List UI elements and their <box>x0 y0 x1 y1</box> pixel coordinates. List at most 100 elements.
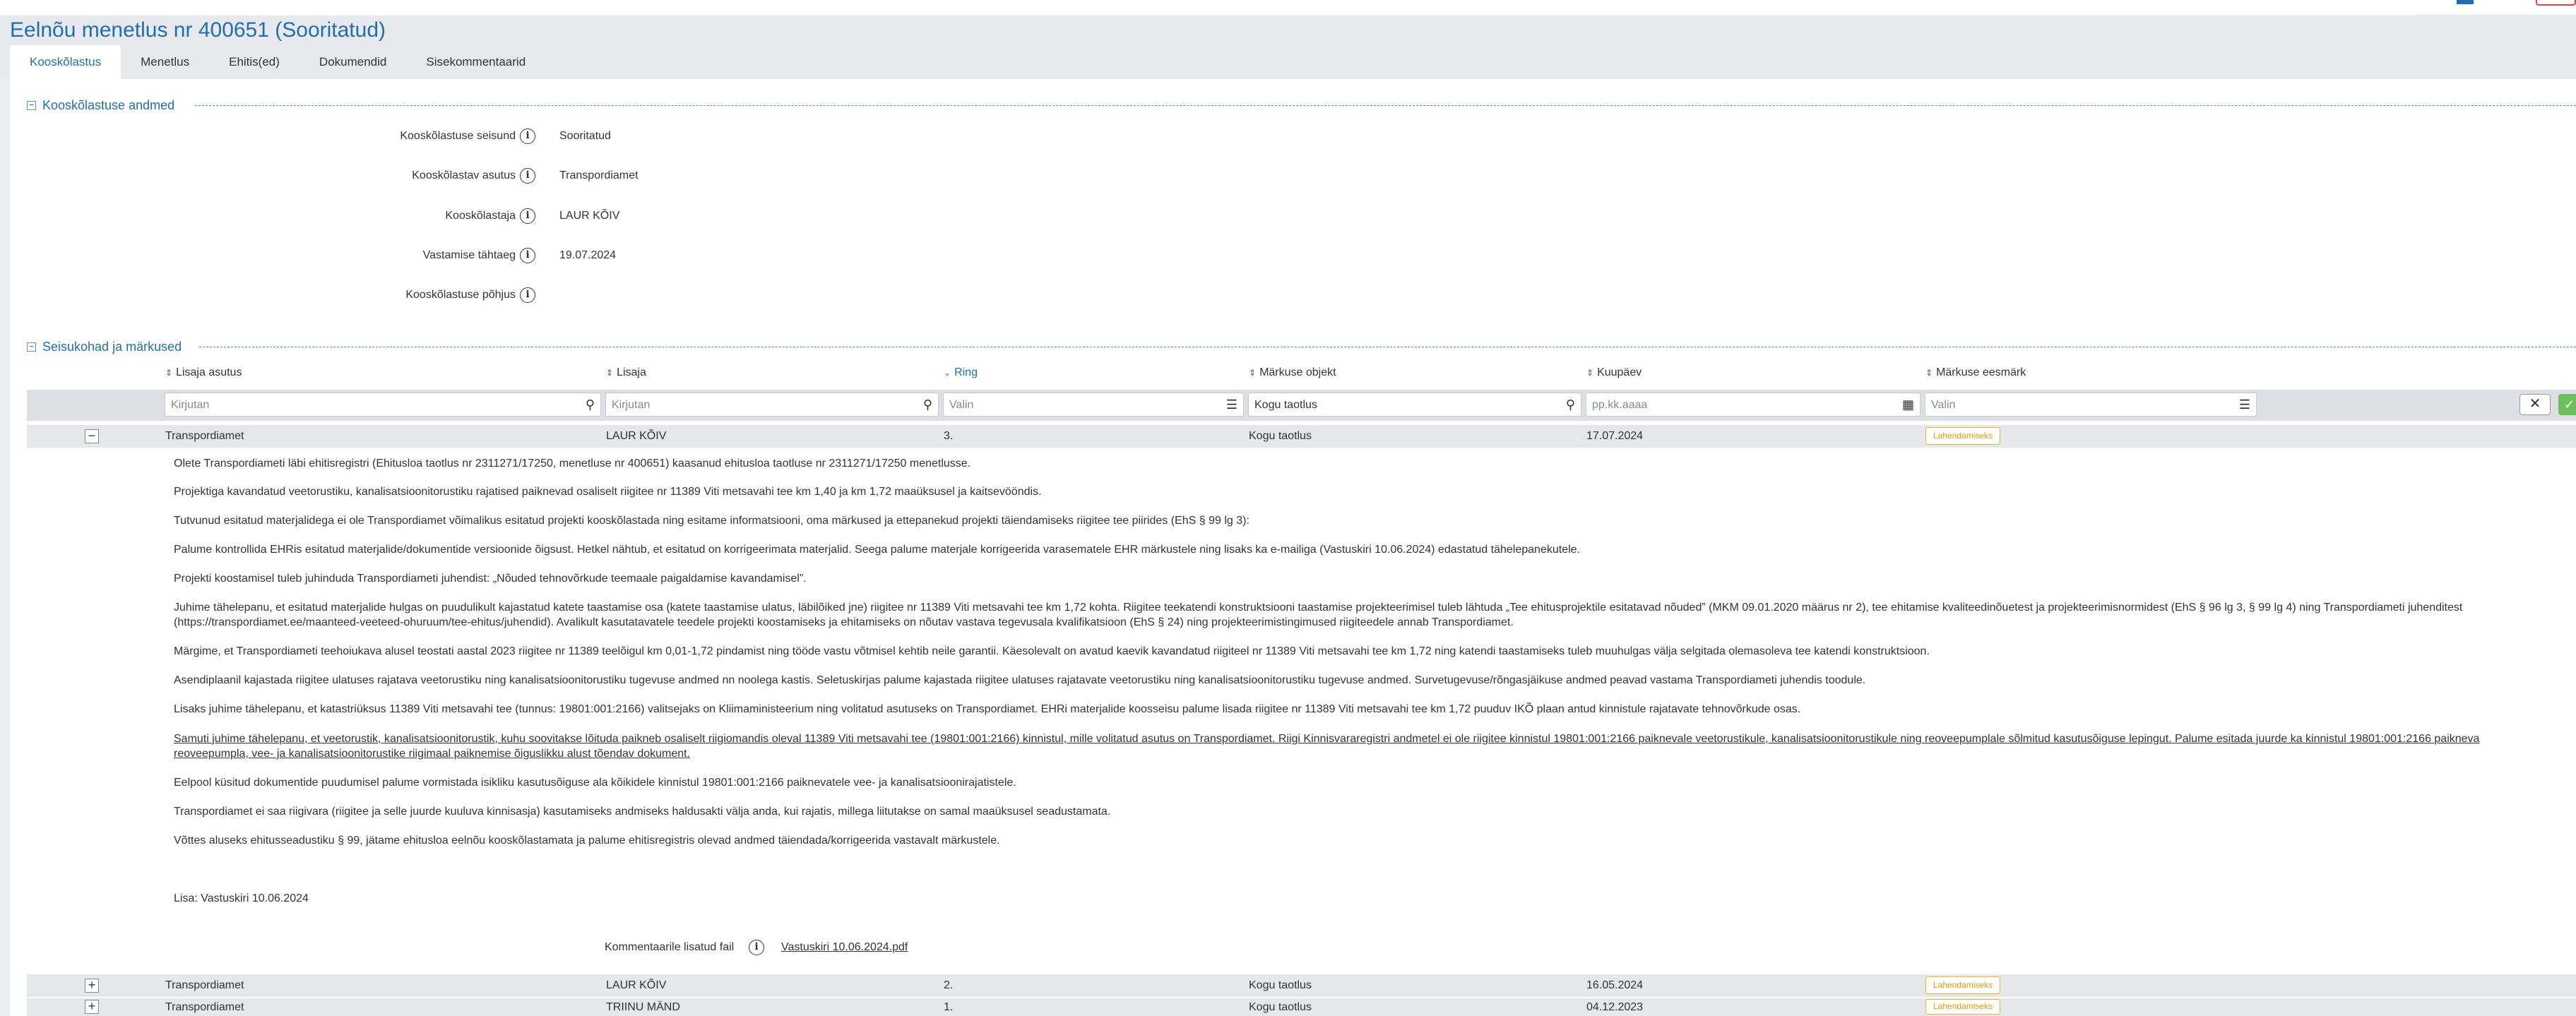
info-circle-icon[interactable]: i <box>520 287 535 303</box>
detail-paragraph-underlined: Samuti juhime tähelepanu, et veetorustik… <box>174 733 2480 760</box>
filter-kuupaev-input[interactable]: pp.kk.aaaa ▦ <box>1586 393 1921 417</box>
info-circle-icon[interactable]: i <box>520 208 535 224</box>
col-header-label: Kuupäev <box>1597 366 1642 378</box>
tab-kooskolastus[interactable]: Kooskõlastus <box>10 45 121 79</box>
cell-objekt: Kogu taotlus <box>1249 979 1312 991</box>
tab-sisekommentaarid[interactable]: Sisekommentaarid <box>406 45 545 79</box>
col-header-kuupaev[interactable]: ⇕ Kuupäev <box>1586 363 1642 383</box>
search-icon[interactable]: ⚲ <box>586 398 595 412</box>
user-menu-icon[interactable] <box>2457 0 2474 4</box>
info-circle-icon[interactable]: i <box>749 940 764 955</box>
col-header-ring[interactable]: ⌄ Ring <box>944 363 978 383</box>
field-tahtaeg: Vastamise tähtaeg i 19.07.2024 <box>0 246 848 268</box>
filter-eesmark-select[interactable]: Valin ☰ <box>1925 393 2257 417</box>
comments-section-legend[interactable]: − Seisukohad ja märkused <box>27 339 187 354</box>
field-seisund: Kooskõlastuse seisund i Sooritatud <box>0 127 848 148</box>
info-circle-icon[interactable]: i <box>520 248 535 263</box>
list-icon[interactable]: ☰ <box>1226 398 1237 412</box>
search-icon[interactable]: ⚲ <box>923 398 932 412</box>
filter-ring-select[interactable]: Valin ☰ <box>943 393 1244 417</box>
field-asutus: Kooskõlastav asutus i Transpordiamet <box>0 167 848 188</box>
table-row[interactable]: − Transpordiamet LAUR KÕIV 3. Kogu taotl… <box>27 425 2576 448</box>
col-header-eesmark[interactable]: ⇕ Märkuse eesmärk <box>1925 363 2026 383</box>
sort-arrows-icon: ⇕ <box>1925 368 1933 378</box>
collapse-icon[interactable]: − <box>27 100 36 110</box>
field-value: LAUR KÕIV <box>559 210 620 222</box>
attachment-file-link[interactable]: Vastuskiri 10.06.2024.pdf <box>781 941 908 954</box>
cell-lisaja: LAUR KÕIV <box>606 979 667 991</box>
apply-filters-button[interactable]: ✓ <box>2558 394 2576 415</box>
field-kooskolastaja: Kooskõlastaja i LAUR KÕIV <box>0 207 848 228</box>
cell-ring: 1. <box>944 1001 954 1013</box>
calendar-icon[interactable]: ▦ <box>1902 398 1914 412</box>
detail-paragraph: Juhime tähelepanu, et esitatud materjali… <box>174 602 2463 628</box>
approval-section-title: Kooskõlastuse andmed <box>42 97 175 112</box>
sort-arrows-icon: ⇕ <box>1586 368 1594 378</box>
col-header-label: Märkuse eesmärk <box>1936 366 2026 378</box>
col-header-objekt[interactable]: ⇕ Märkuse objekt <box>1249 363 1336 383</box>
sort-arrows-icon: ⇕ <box>1249 368 1257 378</box>
section-divider <box>195 105 2576 106</box>
page-title: Eelnõu menetlus nr 400651 (Sooritatud) <box>10 18 386 42</box>
sort-arrows-icon: ⇕ <box>165 368 173 378</box>
cell-kuupaev: 17.07.2024 <box>1586 430 1644 442</box>
filter-objekt-input[interactable]: Kogu taotlus ⚲ <box>1248 393 1581 417</box>
field-value: 19.07.2024 <box>559 249 617 261</box>
status-badge: Lahendamiseks <box>1925 999 2001 1015</box>
field-label: Vastamise tähtaeg <box>422 249 516 261</box>
cell-kuupaev: 16.05.2024 <box>1586 979 1644 991</box>
sort-desc-icon: ⌄ <box>944 368 951 378</box>
field-value: Transpordiamet <box>559 169 639 181</box>
detail-paragraph: Tutvunud esitatud materjalidega ei ole T… <box>174 515 1250 527</box>
filter-value: Kogu taotlus <box>1254 399 1317 411</box>
tab-menetlus[interactable]: Menetlus <box>121 45 209 79</box>
expand-row-icon[interactable]: + <box>85 979 99 993</box>
expand-row-icon[interactable]: + <box>85 1000 99 1014</box>
logout-button[interactable] <box>2536 0 2576 6</box>
list-icon[interactable]: ☰ <box>2239 398 2250 412</box>
attachment-label: Kommentaarile lisatud fail <box>605 941 735 953</box>
tab-dokumendid[interactable]: Dokumendid <box>299 45 406 79</box>
cell-objekt: Kogu taotlus <box>1249 430 1312 442</box>
comments-section-title: Seisukohad ja märkused <box>42 339 182 354</box>
info-circle-icon[interactable]: i <box>520 168 535 184</box>
cell-objekt: Kogu taotlus <box>1249 1001 1312 1013</box>
clear-filters-button[interactable]: ✕ <box>2519 394 2551 415</box>
info-circle-icon[interactable]: i <box>520 129 535 144</box>
detail-paragraph: Palume kontrollida EHRis esitatud materj… <box>174 544 1580 556</box>
top-strip-fill <box>0 0 2416 16</box>
col-header-label: Märkuse objekt <box>1259 366 1336 378</box>
filter-placeholder: Valin <box>949 399 974 411</box>
tab-bar: Kooskõlastus Menetlus Ehitis(ed) Dokumen… <box>10 45 545 79</box>
detail-paragraph: Eelpool küsitud dokumentide puudumisel p… <box>174 777 1016 789</box>
attachment-note: Lisa: Vastuskiri 10.06.2024 <box>174 892 309 904</box>
detail-paragraph: Asendiplaanil kajastada riigitee ulatuse… <box>174 674 1866 686</box>
table-row[interactable]: + Transpordiamet TRIINU MÄND 1. Kogu tao… <box>27 998 2576 1016</box>
page-header: Eelnõu menetlus nr 400651 (Sooritatud) K… <box>0 16 2576 79</box>
cell-asutus: Transpordiamet <box>165 430 244 442</box>
approval-section-legend[interactable]: − Kooskõlastuse andmed <box>27 97 180 113</box>
cell-lisaja: LAUR KÕIV <box>606 430 667 442</box>
filter-lisaja-input[interactable]: Kirjutan ⚲ <box>605 393 939 417</box>
col-header-asutus[interactable]: ⇕ Lisaja asutus <box>165 363 242 383</box>
detail-paragraph: Lisaks juhime tähelepanu, et katastriüks… <box>174 703 1801 715</box>
cell-asutus: Transpordiamet <box>165 979 244 991</box>
collapse-row-icon[interactable]: − <box>85 429 99 443</box>
field-label: Kooskõlastaja <box>445 210 516 222</box>
detail-paragraph: Märgime, et Transpordiameti teehoiukava … <box>174 645 1930 657</box>
field-label: Kooskõlastuse seisund <box>400 130 516 142</box>
field-label: Kooskõlastav asutus <box>412 169 516 181</box>
detail-paragraph: Projekti koostamisel tuleb juhinduda Tra… <box>174 573 807 585</box>
search-icon[interactable]: ⚲ <box>1566 398 1575 412</box>
status-badge: Lahendamiseks <box>1925 427 2001 445</box>
collapse-icon[interactable]: − <box>27 342 36 352</box>
table-row[interactable]: + Transpordiamet LAUR KÕIV 2. Kogu taotl… <box>27 974 2576 997</box>
col-header-label: Ring <box>954 366 978 378</box>
col-header-lisaja[interactable]: ⇕ Lisaja <box>606 363 646 383</box>
field-label: Kooskõlastuse põhjus <box>405 289 516 301</box>
filter-asutus-input[interactable]: Kirjutan ⚲ <box>165 393 601 417</box>
tab-ehitised[interactable]: Ehitis(ed) <box>209 45 299 79</box>
detail-paragraph: Projektiga kavandatud veetorustiku, kana… <box>174 486 1042 498</box>
detail-paragraph: Olete Transpordiameti läbi ehitisregistr… <box>174 458 971 470</box>
filter-placeholder: Kirjutan <box>171 399 210 411</box>
